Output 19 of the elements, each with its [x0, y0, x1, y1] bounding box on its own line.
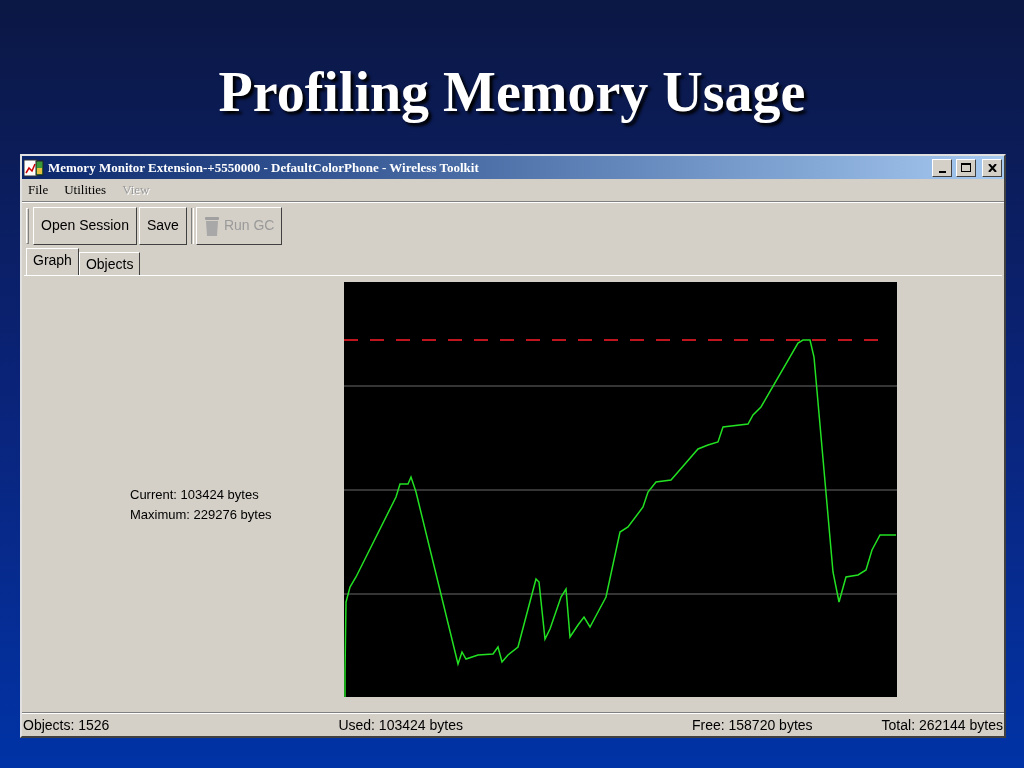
trash-icon — [203, 214, 220, 237]
minimize-button[interactable] — [932, 158, 952, 177]
close-button[interactable] — [982, 158, 1002, 177]
tab[interactable]: Graph — [26, 248, 79, 275]
window-title: Memory Monitor Extension-+5550000 - DefaultColorPhone - Wireless Toolkit — [48, 158, 479, 177]
memory-reading: Maximum: 229276 bytes — [130, 506, 273, 524]
maximize-button[interactable] — [956, 158, 976, 177]
status-text: Total: 262144 bytes — [881, 715, 1003, 735]
close-icon — [987, 163, 997, 172]
status-text: Free: 158720 bytes — [691, 715, 813, 735]
status-text: Used: 103424 bytes — [338, 715, 463, 735]
app-icon — [24, 158, 44, 177]
menu-item[interactable]: Utilities — [64, 180, 107, 200]
toolbar-button[interactable]: Save — [138, 206, 187, 245]
memory-reading: Current: 103424 bytes — [130, 486, 260, 504]
toolbar-button[interactable]: Open Session — [33, 206, 137, 245]
tab[interactable]: Objects — [78, 252, 141, 275]
menu-item[interactable]: File — [28, 180, 49, 200]
status-text: Objects: 1526 — [23, 715, 110, 735]
